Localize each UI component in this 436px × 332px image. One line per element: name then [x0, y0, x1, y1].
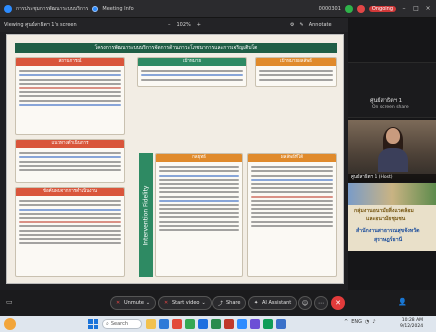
zoom-out-icon[interactable]: –: [168, 22, 171, 28]
recording-icon: [92, 5, 99, 12]
box-title: สถานการณ์: [16, 58, 124, 66]
status-badge[interactable]: Ongoing: [368, 5, 396, 12]
chrome-icon[interactable]: [185, 319, 195, 329]
zoom-level[interactable]: 102%: [177, 22, 191, 28]
zoom-logo-icon: [4, 4, 12, 13]
zoom-control: – 102% +: [168, 22, 201, 28]
box-strategy: กลยุทธ์: [155, 153, 243, 277]
lang-indicator[interactable]: ENG: [351, 319, 362, 325]
title-bar: การประชุมการพัฒนาระบบบริการ Meeting Info…: [0, 0, 436, 18]
share-button[interactable]: ⤴ Share: [212, 296, 247, 310]
zoom-window: การประชุมการพัฒนาระบบบริการ Meeting Info…: [0, 0, 436, 332]
participants-icon[interactable]: 👤: [398, 298, 407, 306]
box-title: เป้าหมายผลลัพธ์: [256, 58, 336, 66]
meeting-controls: ▭ ✕ Unmute ⌄ ✕ Start video ⌄ ⤴ Share ✦ AI …: [0, 290, 436, 316]
banner-tile[interactable]: กลุ่มงานอนามัยสิ่งแวดล้อม และอนามัยชุมชน…: [348, 183, 436, 251]
weather-icon[interactable]: [4, 318, 16, 330]
banner-image: [348, 183, 436, 205]
windows-taskbar: ⌕ Search ^ ENG ◔ ♪ 10:28 AM 9/12/2024: [0, 316, 436, 332]
powerpoint-icon[interactable]: [224, 319, 234, 329]
browser-icon[interactable]: [159, 319, 169, 329]
maximize-icon[interactable]: □: [412, 5, 420, 12]
banner-line: สุราษฎร์ธานี: [374, 237, 403, 243]
video-label: ศูนย์สาธิตฯ 1 (Host): [348, 174, 436, 182]
leave-icon[interactable]: ✕: [331, 296, 345, 310]
minimize-icon[interactable]: –: [400, 5, 408, 12]
more-icon[interactable]: ⋯: [314, 296, 328, 310]
banner-line: กลุ่มงานอนามัยสิ่งแวดล้อม: [354, 208, 414, 214]
mic-off-icon: ✕: [116, 300, 121, 306]
view-controls: ⚙ ✎ Annotate: [290, 22, 332, 28]
reactions-icon[interactable]: ☺: [298, 296, 312, 310]
video-off-icon: ✕: [164, 300, 169, 306]
unmute-button[interactable]: ✕ Unmute ⌄: [110, 296, 157, 310]
viewing-label: Viewing ศูนย์สาธิตฯ 1's screen: [4, 22, 77, 28]
box-approach: แนวทางดำเนินการ: [15, 139, 125, 183]
start-icon[interactable]: [88, 319, 98, 329]
system-tray: ^ ENG ◔ ♪: [344, 319, 376, 325]
line-icon[interactable]: [263, 319, 273, 329]
close-icon[interactable]: ×: [424, 5, 432, 12]
start-video-button[interactable]: ✕ Start video ⌄: [158, 296, 212, 310]
clock[interactable]: 10:28 AM 9/12/2024: [400, 318, 423, 330]
ai-icon: ✦: [254, 300, 259, 306]
zoom-in-icon[interactable]: +: [197, 22, 201, 28]
search-icon: ⌕: [106, 321, 109, 327]
intervention-fidelity-label: Intervention Fidelity: [139, 153, 153, 277]
shield-icon[interactable]: [344, 4, 353, 13]
share-icon: ⤴: [218, 301, 224, 307]
outlook-icon[interactable]: [276, 319, 286, 329]
box-title: กลยุทธ์: [156, 154, 242, 162]
viewing-bar: Viewing ศูนย์สาธิตฯ 1's screen – 102% + …: [0, 18, 348, 32]
banner-line: สำนักงานสาธารณสุขจังหวัด: [356, 228, 420, 234]
annotate-icon[interactable]: ✎: [299, 22, 303, 28]
box-goal: เป้าหมาย: [137, 57, 247, 87]
shared-screen: โครงการพัฒนาระบบบริการจัดการด้านภาวะโภชน…: [6, 34, 344, 284]
excel-icon[interactable]: [211, 319, 221, 329]
participant-status: On screen share: [372, 105, 409, 110]
participant-name: ศูนย์สาธิตฯ 1: [370, 98, 403, 104]
participant-sidebar: ศูนย์สาธิตฯ 1 On screen share ศูนย์สาธิต…: [348, 18, 436, 290]
video-tile[interactable]: ศูนย์สาธิตฯ 1 (Host): [348, 120, 436, 182]
wifi-icon[interactable]: ◔: [365, 319, 369, 325]
record-indicator-icon: [356, 4, 365, 13]
volume-icon[interactable]: ♪: [372, 319, 375, 325]
box-title: เป้าหมาย: [138, 58, 246, 66]
taskbar-apps: [146, 319, 286, 329]
box-situation: สถานการณ์: [15, 57, 125, 135]
box-title: ผลลัพธ์ที่ได้: [248, 154, 336, 162]
meeting-info-tab[interactable]: Meeting Info: [102, 6, 133, 12]
zoom-app-icon[interactable]: [237, 319, 247, 329]
teams-icon[interactable]: [250, 319, 260, 329]
chat-icon[interactable]: ▭: [6, 298, 13, 306]
banner-line: และอนามัยชุมชน: [366, 216, 406, 222]
app-icon[interactable]: [172, 319, 182, 329]
box-title: แนวทางดำเนินการ: [16, 140, 124, 148]
box-outcome: ผลลัพธ์ที่ได้: [247, 153, 337, 277]
meeting-id: 0000301: [318, 5, 341, 12]
participant-tile[interactable]: ศูนย์สาธิตฯ 1 On screen share: [348, 62, 436, 118]
box-title: ข้อค้นพบจากการดำเนินงาน: [16, 188, 124, 196]
ai-assistant-button[interactable]: ✦ AI Assistant: [248, 296, 298, 310]
taskbar-search[interactable]: ⌕ Search: [102, 319, 142, 329]
box-findings: ข้อค้นพบจากการดำเนินงาน: [15, 187, 125, 277]
participant-video: [378, 127, 408, 172]
shared-heading: โครงการพัฒนาระบบบริการจัดการด้านภาวะโภชน…: [15, 43, 337, 53]
view-options-icon[interactable]: ⚙: [290, 22, 294, 28]
title-right-group: 0000301 Ongoing – □ ×: [318, 4, 432, 13]
box-target: เป้าหมายผลลัพธ์: [255, 57, 337, 87]
window-title: การประชุมการพัฒนาระบบบริการ: [16, 5, 89, 12]
file-explorer-icon[interactable]: [146, 319, 156, 329]
annotate-button[interactable]: Annotate: [309, 22, 332, 28]
word-icon[interactable]: [198, 319, 208, 329]
chevron-up-icon[interactable]: ^: [344, 319, 348, 325]
